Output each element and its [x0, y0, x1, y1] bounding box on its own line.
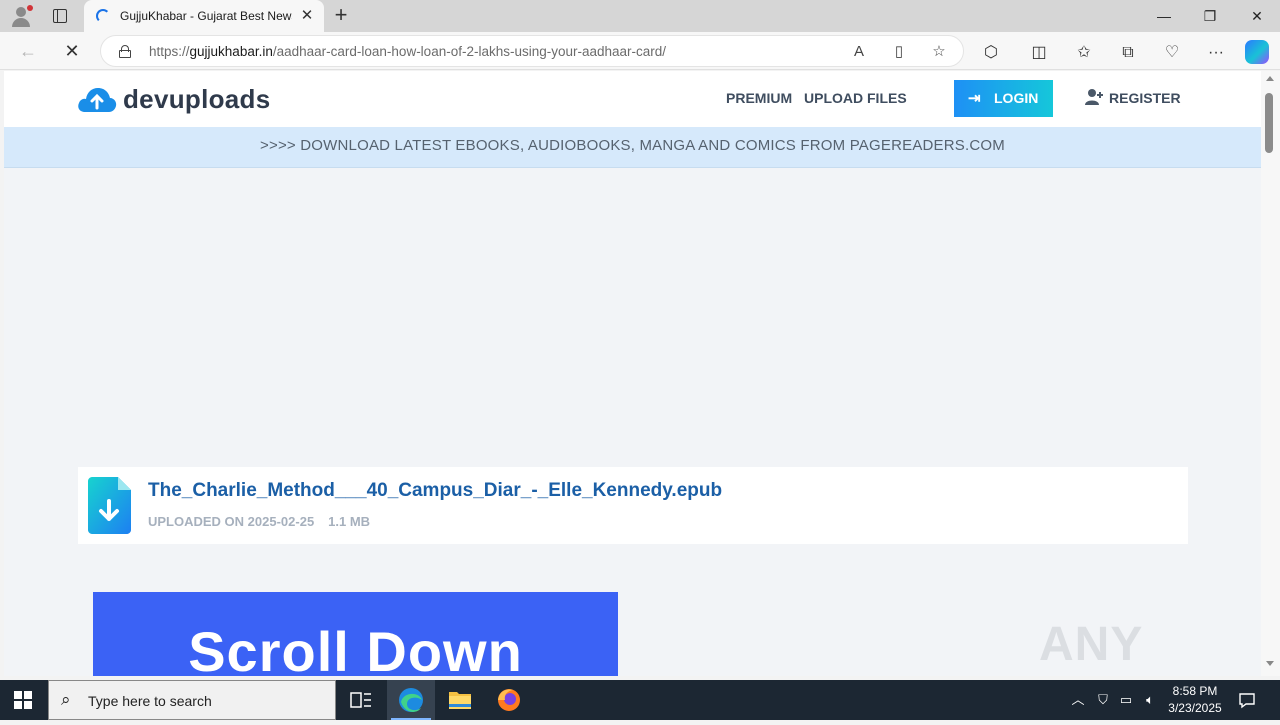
browser-toolbar: ← ✕ https://gujjukhabar.in/aadhaar-card-… [0, 32, 1280, 70]
plus-icon[interactable]: + [330, 4, 352, 28]
edge-taskbar-icon[interactable] [387, 680, 435, 720]
volume-icon[interactable]: 🔈︎ [1141, 691, 1159, 709]
sign-in-icon: ⇥ [968, 90, 981, 107]
browser-essentials-icon[interactable]: ♡ [1160, 41, 1184, 65]
collections-icon[interactable]: ⧉ [1116, 41, 1140, 65]
scroll-thumb[interactable] [1265, 93, 1273, 153]
copilot-icon[interactable] [1245, 40, 1269, 64]
favorite-star-icon[interactable]: ☆ [927, 40, 951, 64]
close-window-button[interactable]: ✕ [1234, 0, 1280, 32]
file-meta: UPLOADED ON 2025-02-25 1.1 MB [148, 514, 370, 529]
scroll-down-banner[interactable]: Scroll Down [93, 592, 618, 676]
firefox-icon[interactable] [485, 680, 533, 720]
address-bar[interactable]: https://gujjukhabar.in/aadhaar-card-loan… [100, 35, 964, 67]
file-download-icon[interactable] [88, 477, 131, 534]
maximize-button[interactable]: ❐ [1187, 0, 1233, 32]
profile-icon[interactable] [8, 4, 34, 28]
search-icon: ⌕ [61, 690, 71, 709]
file-size: 1.1 MB [328, 514, 371, 529]
url-host: gujjukhabar.in [189, 44, 273, 59]
url-text[interactable]: https://gujjukhabar.in/aadhaar-card-loan… [149, 44, 666, 59]
upload-date: UPLOADED ON 2025-02-25 [148, 514, 315, 529]
favorites-icon[interactable]: ✩ [1072, 41, 1096, 65]
split-screen-icon[interactable]: ◫ [1027, 41, 1051, 65]
scroll-down-text: Scroll Down [188, 620, 523, 676]
add-user-icon [1085, 89, 1103, 105]
site-logo[interactable]: devuploads [123, 84, 270, 115]
watermark-text: ANY RUN [1039, 618, 1145, 676]
scroll-up-icon[interactable] [1266, 76, 1274, 81]
file-name-link[interactable]: The_Charlie_Method___40_Campus_Diar_-_El… [148, 480, 722, 502]
search-placeholder: Type here to search [88, 693, 212, 709]
page-scrollbar[interactable] [1261, 71, 1280, 676]
minimize-button[interactable]: — [1141, 0, 1187, 32]
ad-placeholder [4, 168, 1261, 458]
anyrun-watermark: ANY RUN [1039, 611, 1239, 676]
clock[interactable]: 8:58 PM 3/23/2025 [1160, 683, 1230, 717]
tab-close-icon[interactable]: ✕ [298, 7, 316, 25]
login-label: LOGIN [994, 90, 1039, 106]
loading-spinner-icon [96, 9, 110, 23]
nav-premium-link[interactable]: PREMIUM [726, 90, 792, 106]
cloud-upload-logo-icon[interactable] [77, 84, 117, 114]
windows-start-icon[interactable] [14, 691, 32, 709]
network-icon[interactable]: ▭ [1117, 691, 1135, 709]
read-aloud-icon[interactable]: A [847, 40, 871, 64]
show-hidden-icons-icon[interactable]: ︿ [1069, 691, 1087, 709]
promo-banner-link[interactable]: >>>> DOWNLOAD LATEST EBOOKS, AUDIOBOOKS,… [4, 127, 1261, 168]
task-view-icon[interactable] [337, 680, 385, 720]
lock-icon[interactable] [119, 45, 131, 58]
notifications-icon[interactable] [1238, 691, 1256, 709]
login-button[interactable]: ⇥ LOGIN [954, 80, 1053, 117]
taskbar: ⌕ Type here to search ︿ ⛉ ▭ 🔈︎ 8:58 PM 3… [0, 680, 1280, 720]
file-explorer-icon[interactable] [436, 680, 484, 720]
clock-time: 8:58 PM [1172, 684, 1218, 698]
register-label: REGISTER [1109, 90, 1181, 106]
site-header: devuploads PREMIUM UPLOAD FILES ⇥ LOGIN … [4, 71, 1261, 127]
scroll-down-icon[interactable] [1266, 661, 1274, 666]
page-viewport: devuploads PREMIUM UPLOAD FILES ⇥ LOGIN … [4, 71, 1261, 676]
tab-actions-icon[interactable] [50, 7, 70, 25]
clock-date: 3/23/2025 [1168, 701, 1222, 715]
more-menu-icon[interactable]: ··· [1204, 41, 1228, 65]
file-card: The_Charlie_Method___40_Campus_Diar_-_El… [78, 467, 1188, 544]
taskbar-search[interactable]: ⌕ Type here to search [48, 680, 336, 720]
immersive-reader-icon[interactable]: ▯ [887, 40, 911, 64]
tab-title: GujjuKhabar - Gujarat Best News Website [120, 9, 292, 23]
extensions-icon[interactable]: ⬡ [979, 41, 1003, 65]
nav-upload-files-link[interactable]: UPLOAD FILES [804, 90, 907, 106]
stop-loading-icon[interactable]: ✕ [58, 37, 86, 65]
url-path: /aadhaar-card-loan-how-loan-of-2-lakhs-u… [272, 44, 667, 59]
url-scheme: https:// [149, 44, 190, 59]
browser-tab[interactable]: GujjuKhabar - Gujarat Best News Website … [84, 0, 324, 32]
security-icon[interactable]: ⛉ [1094, 691, 1112, 709]
tab-strip: GujjuKhabar - Gujarat Best News Website … [0, 0, 1280, 32]
back-arrow-icon[interactable]: ← [14, 37, 42, 65]
